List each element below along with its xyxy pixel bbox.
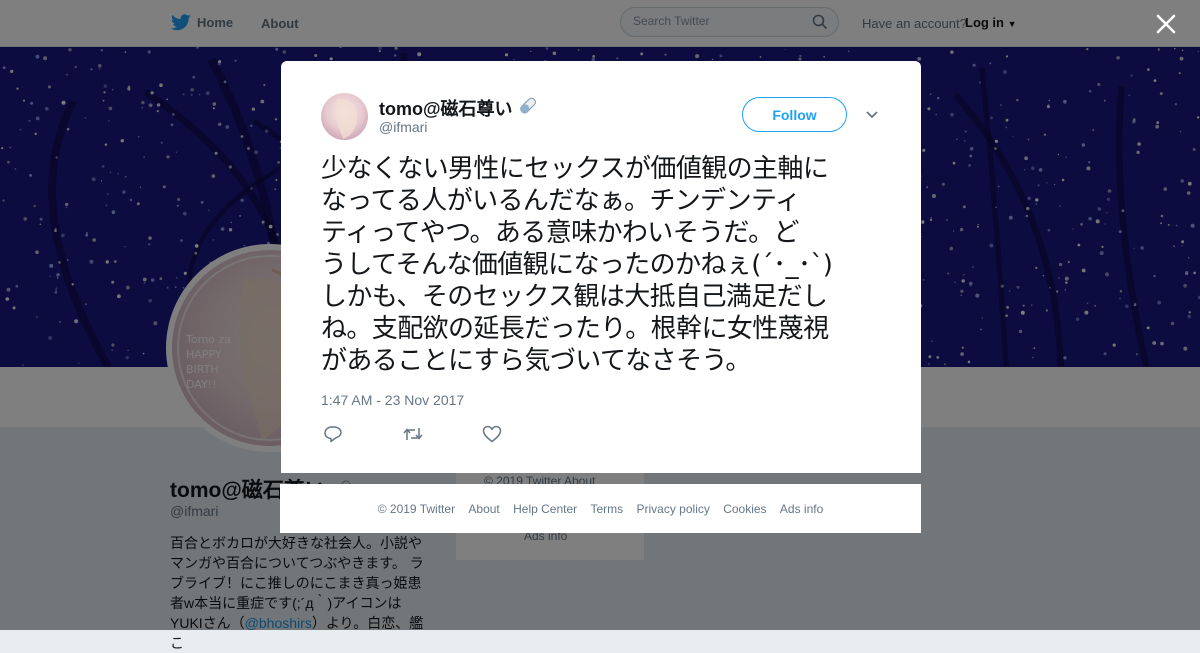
heart-icon[interactable]	[482, 425, 502, 443]
tweet-line: 少なくない男性にセックスが価値観の主軸に	[321, 154, 829, 184]
pill-icon	[516, 94, 538, 121]
tweet-timestamp[interactable]: 1:47 AM - 23 Nov 2017	[321, 392, 464, 408]
tweet-line: ね。支配欲の延長だったり。根幹に女性蔑視	[321, 314, 829, 344]
retweet-icon[interactable]	[402, 425, 424, 443]
chevron-down-icon[interactable]	[865, 110, 879, 120]
footer-link-cookies[interactable]: Cookies	[723, 502, 766, 516]
tweet-line: しかも、そのセックス観は大抵自己満足だし	[321, 282, 828, 312]
tweet-text: 少なくない男性にセックスが価値観の主軸に なってる人がいるんだなぁ。チンデンティ…	[321, 153, 891, 377]
footer-link-ads-info[interactable]: Ads info	[780, 502, 823, 516]
tweet-line: うしてそんな価値観になったのかねぇ(´･_･`)	[321, 250, 833, 280]
footer-link-privacy-policy[interactable]: Privacy policy	[637, 502, 710, 516]
reply-icon[interactable]	[323, 425, 343, 443]
footer-links: © 2019 Twitter About Help Center Terms P…	[280, 502, 921, 516]
tweet-line: なってる人がいるんだなぁ。チンデンティ	[321, 186, 801, 216]
footer-copyright: © 2019 Twitter	[377, 502, 456, 516]
tweet-modal: tomo@磁石尊い @ifmari Follow 少なくない男性にセックスが価値…	[281, 61, 921, 473]
author-handle[interactable]: @ifmari	[379, 119, 427, 135]
close-icon[interactable]	[1154, 12, 1178, 36]
tweet-line: ティってやつ。ある意味かわいそうだ。ど	[321, 218, 800, 248]
footer-link-about[interactable]: About	[468, 502, 499, 516]
author-name[interactable]: tomo@磁石尊い	[379, 94, 538, 121]
follow-button[interactable]: Follow	[742, 97, 847, 132]
author-avatar[interactable]	[321, 93, 368, 140]
footer-link-terms[interactable]: Terms	[590, 502, 623, 516]
footer-link-help-center[interactable]: Help Center	[513, 502, 577, 516]
author-name-text: tomo@磁石尊い	[379, 98, 513, 119]
tweet-line: があることにすら気づいてなさそう。	[321, 346, 751, 376]
modal-footer: © 2019 Twitter About Help Center Terms P…	[280, 484, 921, 533]
